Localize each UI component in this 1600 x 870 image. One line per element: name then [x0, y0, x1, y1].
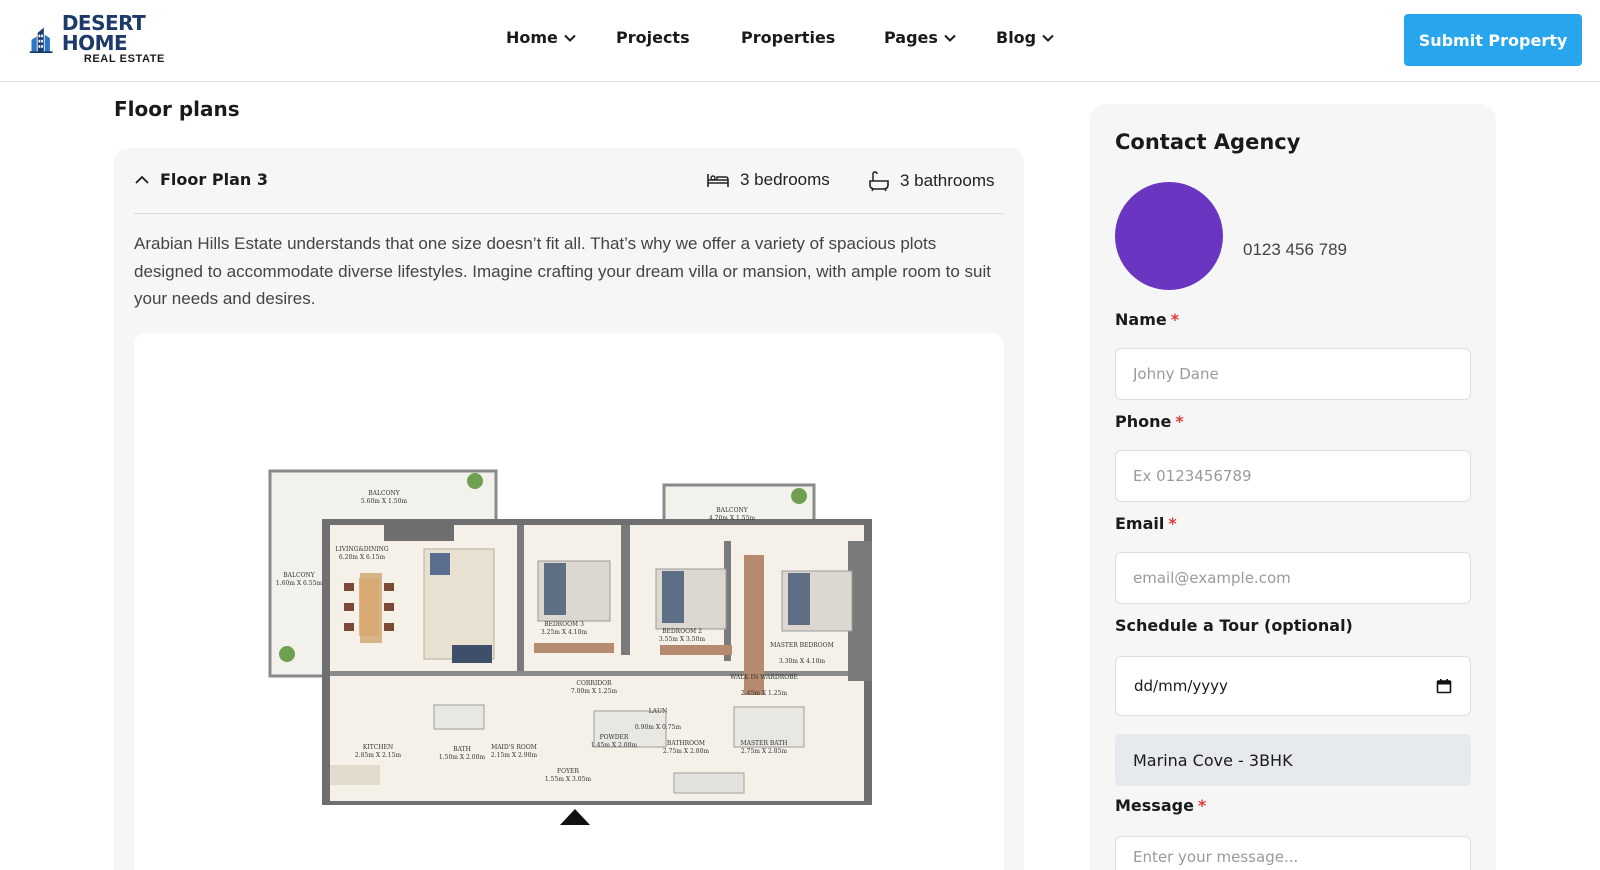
- bed-icon: [707, 174, 729, 187]
- room-label: MASTER BEDROOM: [770, 642, 834, 649]
- agency-phone: 0123 456 789: [1243, 240, 1347, 259]
- name-label: Name *: [1115, 310, 1179, 329]
- floor-plan-card: Floor Plan 3 3 bedrooms 3 bathrooms Arab…: [114, 148, 1024, 870]
- floor-plan-image[interactable]: BALCONY 5.60m X 1.50m BALCONY 4.70m X 1.…: [134, 333, 1004, 870]
- phone-label: Phone *: [1115, 412, 1184, 431]
- entrance-arrow-icon: [560, 809, 590, 825]
- room-label: KITCHEN: [363, 744, 393, 751]
- required-marker: *: [1170, 310, 1180, 329]
- floor-plan-toggle[interactable]: Floor Plan 3: [134, 170, 268, 189]
- email-label-text: Email: [1115, 514, 1165, 533]
- message-field[interactable]: [1115, 836, 1471, 870]
- nav-item-label: Projects: [616, 28, 690, 47]
- room-size: 5.60m X 1.50m: [361, 498, 407, 505]
- agency-avatar: [1115, 182, 1223, 290]
- room-size: 2.85m X 2.15m: [355, 752, 401, 759]
- floor-plan-description: Arabian Hills Estate understands that on…: [134, 234, 991, 308]
- property-field: Marina Cove - 3BHK: [1115, 734, 1471, 786]
- room-label: BALCONY: [283, 572, 315, 579]
- floor-plan-name: Floor Plan 3: [160, 170, 268, 189]
- room-size: 4.70m X 1.55m: [709, 515, 755, 522]
- nav-item-pages[interactable]: Pages: [884, 28, 956, 47]
- section-title: Floor plans: [114, 97, 240, 121]
- tour-label: Schedule a Tour (optional): [1115, 616, 1353, 635]
- nav-item-label: Blog: [996, 28, 1037, 47]
- room-size: 1.55m X 3.05m: [545, 776, 591, 783]
- room-label: LAUN: [649, 708, 668, 715]
- room-size: 0.90m X 0.75m: [635, 724, 681, 731]
- room-label: WALK IN WARDROBE: [730, 674, 798, 681]
- room-label: LIVING&DINING: [335, 546, 388, 553]
- bathrooms-count: 3 bathrooms: [900, 171, 995, 190]
- room-label: MASTER BATH: [740, 740, 787, 747]
- room-size: 7.00m X 1.25m: [571, 688, 617, 695]
- email-label: Email *: [1115, 514, 1177, 533]
- name-label-text: Name: [1115, 310, 1167, 329]
- message-label-text: Message: [1115, 796, 1194, 815]
- main-nav: Home Projects Properties Pages Blog: [0, 0, 1600, 80]
- nav-item-label: Home: [506, 28, 558, 47]
- bedrooms-count: 3 bedrooms: [740, 170, 830, 189]
- floor-plan-drawing: BALCONY 5.60m X 1.50m BALCONY 4.70m X 1.…: [268, 469, 872, 825]
- bathtub-icon: [869, 171, 889, 192]
- contact-title: Contact Agency: [1115, 130, 1301, 154]
- required-marker: *: [1175, 412, 1184, 431]
- chevron-down-icon: [944, 34, 956, 42]
- room-size: 1.50m X 2.00m: [439, 754, 485, 761]
- room-size: 2.15m X 2.90m: [491, 752, 537, 759]
- room-label: BEDROOM 2: [662, 628, 702, 635]
- bathrooms-info: 3 bathrooms: [868, 170, 995, 192]
- room-label: BATH: [453, 746, 471, 753]
- room-label: MAID'S ROOM: [491, 744, 537, 751]
- required-marker: *: [1197, 796, 1207, 815]
- chevron-down-icon: [1042, 34, 1054, 42]
- nav-item-properties[interactable]: Properties: [741, 28, 835, 47]
- bedrooms-info: 3 bedrooms: [706, 170, 830, 190]
- room-label: FOYER: [557, 768, 579, 775]
- room-label: BALCONY: [368, 490, 400, 497]
- room-label: POWDER: [600, 734, 629, 741]
- tour-date-value: dd/mm/yyyy: [1134, 677, 1228, 695]
- nav-item-label: Properties: [741, 28, 836, 47]
- room-size: 2.75m X 2.80m: [663, 748, 709, 755]
- room-size: 2.45m X 1.25m: [741, 690, 787, 697]
- room-label: CORRIDOR: [576, 680, 612, 687]
- name-field[interactable]: [1115, 348, 1471, 400]
- room-size: 3.55m X 3.50m: [659, 636, 705, 643]
- nav-item-home[interactable]: Home: [506, 28, 576, 47]
- phone-field[interactable]: [1115, 450, 1471, 502]
- room-label: BALCONY: [716, 507, 748, 514]
- room-size: 6.20m X 6.15m: [339, 554, 385, 561]
- contact-agency-panel: Contact Agency 0123 456 789 Name* Phone*…: [1090, 104, 1496, 870]
- room-label: BEDROOM 3: [544, 621, 584, 628]
- nav-item-projects[interactable]: Projects: [616, 28, 690, 47]
- site-header: DESERT HOME REAL ESTATE Home Projects Pr…: [0, 0, 1600, 82]
- nav-item-blog[interactable]: Blog: [996, 28, 1054, 47]
- room-size: 1.45m X 2.00m: [591, 742, 637, 749]
- chevron-down-icon: [564, 34, 576, 42]
- email-field[interactable]: [1115, 552, 1471, 604]
- calendar-icon[interactable]: [1436, 678, 1452, 694]
- floor-plan-header: Floor Plan 3 3 bedrooms 3 bathrooms: [134, 148, 1004, 214]
- nav-item-label: Pages: [884, 28, 938, 47]
- tour-date-field[interactable]: dd/mm/yyyy: [1115, 656, 1471, 716]
- room-size: 1.60m X 6.55m: [276, 580, 322, 587]
- submit-property-button[interactable]: Submit Property: [1404, 14, 1582, 66]
- room-size: 2.75m X 2.85m: [741, 748, 787, 755]
- required-marker: *: [1168, 514, 1177, 533]
- chevron-up-icon: [135, 175, 149, 184]
- room-size: 3.25m X 4.10m: [541, 629, 587, 636]
- room-size: 3.30m X 4.10m: [779, 658, 825, 665]
- message-label: Message *: [1115, 796, 1206, 815]
- room-label: BATHROOM: [667, 740, 705, 747]
- phone-label-text: Phone: [1115, 412, 1172, 431]
